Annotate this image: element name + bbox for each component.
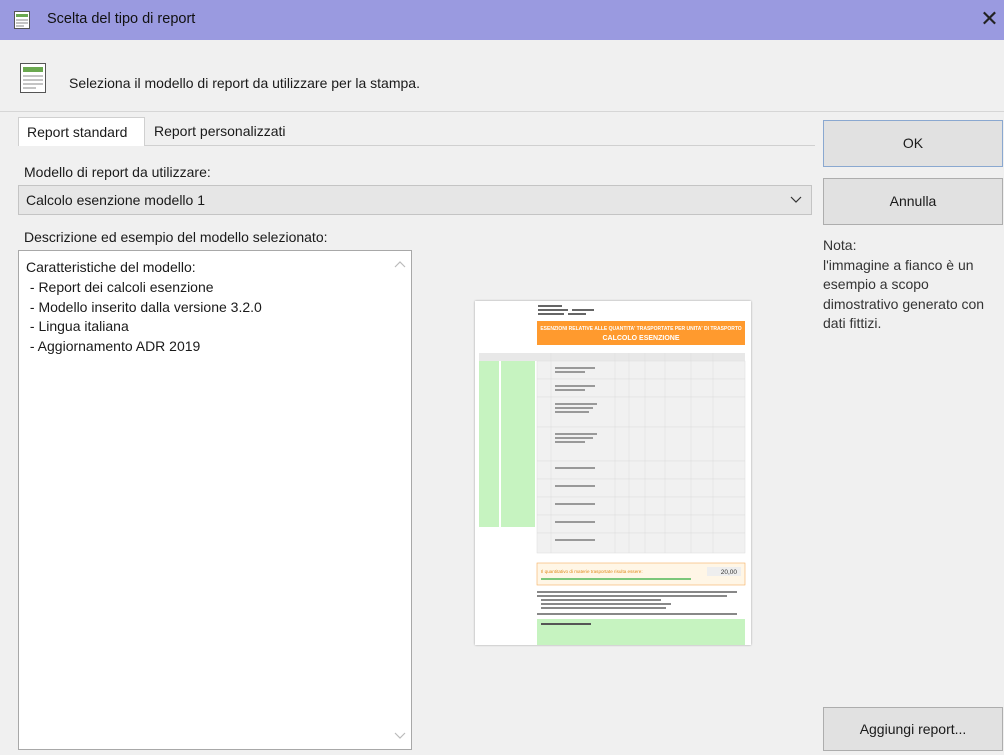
report-preview: ESENZIONI RELATIVE ALLE QUANTITA' TRASPO…: [417, 250, 812, 750]
chevron-down-icon: [790, 196, 802, 203]
header-instruction: Seleziona il modello di report da utiliz…: [69, 75, 420, 91]
report-document-icon: [20, 63, 46, 93]
report-preview-graphic: ESENZIONI RELATIVE ALLE QUANTITA' TRASPO…: [479, 305, 746, 645]
preview-result-value: 20,00: [721, 569, 738, 576]
model-select[interactable]: Calcolo esenzione modello 1: [18, 185, 812, 215]
scroll-down-icon[interactable]: [394, 732, 406, 740]
preview-banner-subtitle: CALCOLO ESENZIONE: [602, 335, 679, 342]
description-label: Descrizione ed esempio del modello selez…: [24, 229, 328, 245]
preview-result-label: Il quantitativo di materie trasportate r…: [541, 569, 643, 574]
scroll-up-icon[interactable]: [394, 260, 406, 268]
ok-button[interactable]: OK: [823, 120, 1003, 167]
add-report-button[interactable]: Aggiungi report...: [823, 707, 1003, 751]
report-app-icon: [14, 11, 30, 29]
tab-report-standard[interactable]: Report standard: [18, 117, 145, 146]
header-banner: Seleziona il modello di report da utiliz…: [0, 40, 1004, 112]
description-textbox[interactable]: Caratteristiche del modello: - Report de…: [18, 250, 412, 750]
model-label: Modello di report da utilizzare:: [24, 164, 211, 180]
cancel-button[interactable]: Annulla: [823, 178, 1003, 225]
note-text: Nota: l'immagine a fianco è un esempio a…: [823, 237, 985, 331]
window-title: Scelta del tipo di report: [47, 11, 196, 27]
preview-banner-title: ESENZIONI RELATIVE ALLE QUANTITA' TRASPO…: [540, 326, 741, 332]
close-icon[interactable]: ✕: [975, 5, 1004, 35]
tab-report-personalizzati[interactable]: Report personalizzati: [146, 119, 306, 146]
description-text: Caratteristiche del modello: - Report de…: [26, 259, 262, 355]
report-preview-page: ESENZIONI RELATIVE ALLE QUANTITA' TRASPO…: [475, 301, 751, 645]
title-bar: Scelta del tipo di report ✕: [0, 0, 1004, 40]
model-select-value: Calcolo esenzione modello 1: [26, 192, 205, 208]
